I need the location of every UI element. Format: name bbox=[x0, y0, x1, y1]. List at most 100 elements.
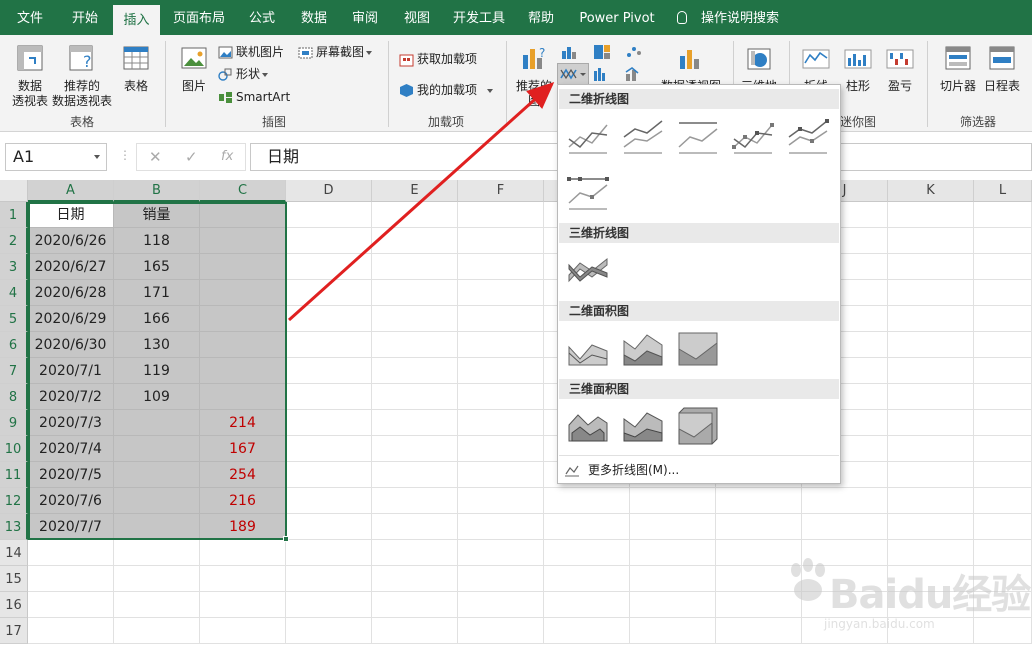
cell-a12[interactable]: 2020/7/6 bbox=[28, 488, 114, 514]
cell-h15[interactable] bbox=[630, 566, 716, 592]
cell-k7[interactable] bbox=[888, 358, 974, 384]
cell-f7[interactable] bbox=[458, 358, 544, 384]
cell-k8[interactable] bbox=[888, 384, 974, 410]
row-header-3[interactable]: 3 bbox=[0, 254, 28, 280]
hierarchy-chart-icon[interactable] bbox=[592, 43, 614, 61]
line-thumb-icon[interactable] bbox=[566, 117, 610, 157]
cell-d3[interactable] bbox=[286, 254, 372, 280]
cell-c11[interactable]: 254 bbox=[200, 462, 286, 488]
cell-c12[interactable]: 216 bbox=[200, 488, 286, 514]
column-header-l[interactable]: L bbox=[974, 180, 1032, 202]
cell-e12[interactable] bbox=[372, 488, 458, 514]
table-button[interactable]: 表格 bbox=[118, 43, 154, 94]
cell-d8[interactable] bbox=[286, 384, 372, 410]
cell-c17[interactable] bbox=[200, 618, 286, 644]
cell-j13[interactable] bbox=[802, 514, 888, 540]
cell-a13[interactable]: 2020/7/7 bbox=[28, 514, 114, 540]
cell-i13[interactable] bbox=[716, 514, 802, 540]
tab-review[interactable]: 审阅 bbox=[344, 0, 386, 35]
picture-button[interactable]: 图片 bbox=[176, 43, 212, 94]
cell-b16[interactable] bbox=[114, 592, 200, 618]
cell-b7[interactable]: 119 bbox=[114, 358, 200, 384]
100-stacked-area-thumb-icon[interactable] bbox=[676, 329, 720, 369]
cell-d17[interactable] bbox=[286, 618, 372, 644]
column-header-c[interactable]: C bbox=[200, 180, 286, 202]
stacked-area-thumb-icon[interactable] bbox=[621, 329, 665, 369]
cell-f6[interactable] bbox=[458, 332, 544, 358]
cell-k1[interactable] bbox=[888, 202, 974, 228]
cell-b15[interactable] bbox=[114, 566, 200, 592]
column-header-k[interactable]: K bbox=[888, 180, 974, 202]
cell-c8[interactable] bbox=[200, 384, 286, 410]
cell-l12[interactable] bbox=[974, 488, 1032, 514]
cell-b8[interactable]: 109 bbox=[114, 384, 200, 410]
slicer-button[interactable]: 切片器 bbox=[935, 43, 981, 94]
cell-f11[interactable] bbox=[458, 462, 544, 488]
cell-a7[interactable]: 2020/7/1 bbox=[28, 358, 114, 384]
recommended-pivot-button[interactable]: ? 推荐的 数据透视表 bbox=[50, 43, 114, 109]
cell-g14[interactable] bbox=[544, 540, 630, 566]
cell-l11[interactable] bbox=[974, 462, 1032, 488]
my-addins-button[interactable]: 我的加载项 bbox=[399, 80, 494, 100]
row-header-14[interactable]: 14 bbox=[0, 540, 28, 566]
tell-me-search[interactable]: 操作说明搜索 bbox=[697, 0, 783, 35]
stacked-line-markers-thumb-icon[interactable] bbox=[786, 117, 830, 157]
row-header-2[interactable]: 2 bbox=[0, 228, 28, 254]
cell-b10[interactable] bbox=[114, 436, 200, 462]
cell-k12[interactable] bbox=[888, 488, 974, 514]
cell-f12[interactable] bbox=[458, 488, 544, 514]
cell-l2[interactable] bbox=[974, 228, 1032, 254]
cell-a5[interactable]: 2020/6/29 bbox=[28, 306, 114, 332]
cell-a8[interactable]: 2020/7/2 bbox=[28, 384, 114, 410]
cell-h16[interactable] bbox=[630, 592, 716, 618]
area-thumb-icon[interactable] bbox=[566, 329, 610, 369]
cell-l1[interactable] bbox=[974, 202, 1032, 228]
cell-e8[interactable] bbox=[372, 384, 458, 410]
cell-l10[interactable] bbox=[974, 436, 1032, 462]
cell-l3[interactable] bbox=[974, 254, 1032, 280]
cell-c14[interactable] bbox=[200, 540, 286, 566]
cell-b14[interactable] bbox=[114, 540, 200, 566]
cell-f2[interactable] bbox=[458, 228, 544, 254]
column-header-e[interactable]: E bbox=[372, 180, 458, 202]
3d-stacked-area-thumb-icon[interactable] bbox=[621, 405, 665, 445]
cell-g15[interactable] bbox=[544, 566, 630, 592]
cell-c4[interactable] bbox=[200, 280, 286, 306]
row-header-1[interactable]: 1 bbox=[0, 202, 28, 228]
cell-g17[interactable] bbox=[544, 618, 630, 644]
cell-b2[interactable]: 118 bbox=[114, 228, 200, 254]
line-chart-button[interactable] bbox=[557, 63, 589, 85]
cell-f3[interactable] bbox=[458, 254, 544, 280]
cell-b6[interactable]: 130 bbox=[114, 332, 200, 358]
row-header-17[interactable]: 17 bbox=[0, 618, 28, 644]
sparkline-winloss-button[interactable]: 盈亏 bbox=[881, 43, 919, 94]
cell-f13[interactable] bbox=[458, 514, 544, 540]
100-stacked-line-thumb-icon[interactable] bbox=[676, 117, 720, 157]
cell-l8[interactable] bbox=[974, 384, 1032, 410]
cell-c10[interactable]: 167 bbox=[200, 436, 286, 462]
cell-a4[interactable]: 2020/6/28 bbox=[28, 280, 114, 306]
cell-a2[interactable]: 2020/6/26 bbox=[28, 228, 114, 254]
cell-d6[interactable] bbox=[286, 332, 372, 358]
timeline-button[interactable]: 日程表 bbox=[982, 43, 1022, 94]
cell-l4[interactable] bbox=[974, 280, 1032, 306]
cell-c1[interactable] bbox=[200, 202, 286, 228]
cell-l5[interactable] bbox=[974, 306, 1032, 332]
recommended-charts-button[interactable]: ? 推荐的 图 bbox=[514, 43, 554, 109]
cell-a14[interactable] bbox=[28, 540, 114, 566]
cell-c15[interactable] bbox=[200, 566, 286, 592]
cell-h13[interactable] bbox=[630, 514, 716, 540]
column-header-d[interactable]: D bbox=[286, 180, 372, 202]
cell-a17[interactable] bbox=[28, 618, 114, 644]
select-all-corner[interactable] bbox=[0, 180, 28, 202]
cell-d10[interactable] bbox=[286, 436, 372, 462]
row-header-15[interactable]: 15 bbox=[0, 566, 28, 592]
cell-b1[interactable]: 销量 bbox=[114, 202, 200, 228]
tab-formulas[interactable]: 公式 bbox=[241, 0, 283, 35]
column-header-a[interactable]: A bbox=[28, 180, 114, 202]
cancel-icon[interactable]: ✕ bbox=[149, 148, 162, 166]
cell-b12[interactable] bbox=[114, 488, 200, 514]
online-picture-button[interactable]: 联机图片 bbox=[218, 42, 284, 62]
row-header-13[interactable]: 13 bbox=[0, 514, 28, 540]
cell-e7[interactable] bbox=[372, 358, 458, 384]
